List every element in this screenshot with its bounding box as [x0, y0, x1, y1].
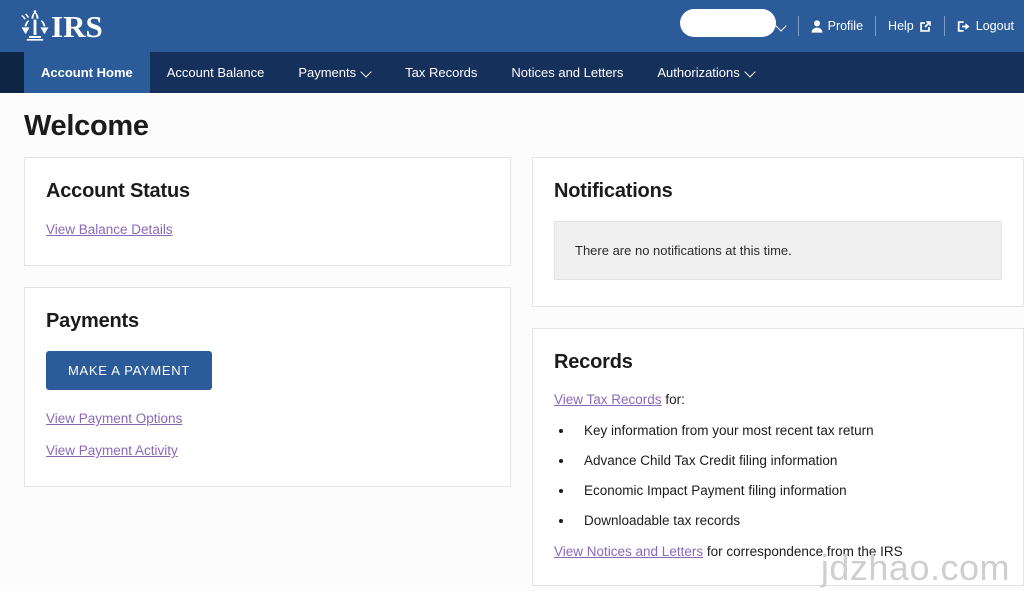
chevron-down-icon: [362, 68, 371, 77]
top-header-actions: AO English Profile Help: [683, 0, 1024, 52]
nav-item-tax-records[interactable]: Tax Records: [388, 52, 494, 93]
logout-label: Logout: [976, 19, 1014, 33]
irs-account-page: IRS AO English Profile Help: [0, 0, 1024, 591]
view-notices-and-letters-link[interactable]: View Notices and Letters: [554, 544, 703, 559]
top-header: IRS AO English Profile Help: [0, 0, 1024, 52]
records-outro: View Notices and Letters for corresponde…: [554, 544, 1002, 559]
page-content: Welcome Account Status View Balance Deta…: [0, 93, 1024, 591]
notifications-card: Notifications There are no notifications…: [532, 157, 1024, 307]
records-intro-suffix: for:: [662, 392, 685, 407]
payments-card: Payments MAKE A PAYMENT View Payment Opt…: [24, 287, 511, 487]
account-status-title: Account Status: [46, 180, 489, 203]
irs-eagle-scales-emblem: [20, 10, 50, 42]
irs-logo-text: IRS: [51, 11, 103, 42]
nav-label: Authorizations: [657, 65, 739, 80]
records-outro-suffix: for correspondence from the IRS: [703, 544, 903, 559]
help-label: Help: [888, 19, 914, 33]
nav-item-authorizations[interactable]: Authorizations: [640, 52, 771, 93]
header-divider: [944, 16, 945, 36]
payments-title: Payments: [46, 310, 489, 333]
irs-logo[interactable]: IRS: [20, 10, 103, 42]
nav-item-account-home[interactable]: Account Home: [24, 52, 150, 93]
nav-label: Account Balance: [167, 65, 265, 80]
profile-label: Profile: [828, 19, 863, 33]
main-navigation: Account Home Account Balance Payments Ta…: [0, 52, 1024, 93]
records-intro: View Tax Records for:: [554, 392, 1002, 407]
nav-label: Account Home: [41, 65, 133, 80]
list-item: Key information from your most recent ta…: [574, 423, 1002, 438]
nav-item-payments[interactable]: Payments: [281, 52, 388, 93]
left-column: Account Status View Balance Details Paym…: [24, 157, 511, 591]
logout-link[interactable]: Logout: [957, 19, 1014, 33]
nav-label: Payments: [298, 65, 356, 80]
view-payment-options-link[interactable]: View Payment Options: [46, 411, 182, 426]
content-columns: Account Status View Balance Details Paym…: [0, 157, 1024, 591]
records-list: Key information from your most recent ta…: [574, 423, 1002, 528]
nav-item-notices-and-letters[interactable]: Notices and Letters: [494, 52, 640, 93]
header-divider: [798, 16, 799, 36]
header-divider: [875, 16, 876, 36]
page-title: Welcome: [24, 110, 1024, 143]
records-title: Records: [554, 351, 1002, 374]
notifications-empty-message: There are no notifications at this time.: [554, 221, 1002, 280]
payment-activity-row: View Payment Activity: [46, 442, 489, 460]
records-card: Records View Tax Records for: Key inform…: [532, 328, 1024, 586]
payment-options-row: View Payment Options: [46, 410, 489, 428]
external-link-icon: [919, 20, 932, 33]
user-name-display: AO: [683, 19, 701, 33]
sign-out-icon: [957, 20, 971, 33]
list-item: Economic Impact Payment filing informati…: [574, 483, 1002, 498]
nav-label: Tax Records: [405, 65, 477, 80]
nav-label: Notices and Letters: [511, 65, 623, 80]
right-column: Notifications There are no notifications…: [532, 157, 1024, 591]
profile-link[interactable]: Profile: [811, 19, 863, 33]
list-item: Downloadable tax records: [574, 513, 1002, 528]
nav-left-edge: [0, 52, 24, 93]
chevron-down-icon: [777, 22, 786, 31]
nav-item-account-balance[interactable]: Account Balance: [150, 52, 282, 93]
user-icon: [811, 20, 823, 33]
chevron-down-icon: [746, 68, 755, 77]
username-redaction-overlay: [680, 9, 776, 37]
view-tax-records-link[interactable]: View Tax Records: [554, 392, 662, 407]
view-balance-details-link[interactable]: View Balance Details: [46, 222, 173, 237]
account-status-card: Account Status View Balance Details: [24, 157, 511, 266]
notifications-title: Notifications: [554, 180, 1002, 203]
help-link[interactable]: Help: [888, 19, 932, 33]
make-a-payment-button[interactable]: MAKE A PAYMENT: [46, 351, 212, 390]
list-item: Advance Child Tax Credit filing informat…: [574, 453, 1002, 468]
view-payment-activity-link[interactable]: View Payment Activity: [46, 443, 178, 458]
